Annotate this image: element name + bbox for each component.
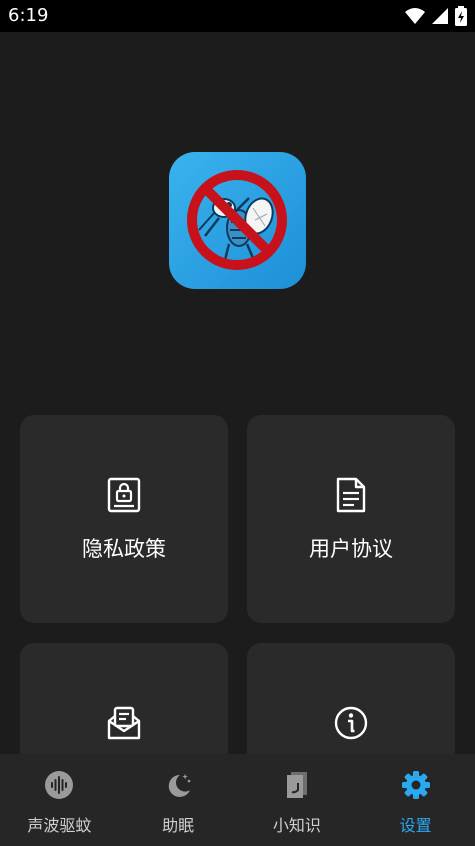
nav-item-settings[interactable]: 设置 [356,754,475,846]
document-icon [336,477,366,513]
bottom-nav: 声波驱蚊 助眠 小知识 设置 [0,754,475,846]
status-bar: 6:19 [0,0,475,32]
gear-icon [401,771,430,799]
status-icons [405,6,467,26]
moon-stars-icon [168,774,191,797]
nav-label-settings: 设置 [399,816,432,835]
settings-page: 隐私政策 用户协议 [0,32,475,754]
mail-open-icon [107,706,141,740]
user-agreement-label: 用户协议 [309,537,393,561]
user-agreement-card[interactable]: 用户协议 [247,415,455,623]
app-logo [169,152,306,289]
nav-item-soundwave[interactable]: 声波驱蚊 [0,754,119,846]
signal-icon [432,8,448,24]
nav-label-soundwave: 声波驱蚊 [27,816,92,835]
nav-item-sleep[interactable]: 助眠 [119,754,238,846]
nav-item-knowledge[interactable]: 小知识 [238,754,357,846]
book-icon [286,772,307,798]
about-card[interactable] [247,643,455,754]
privacy-policy-label: 隐私政策 [82,537,166,561]
nav-label-sleep: 助眠 [162,816,195,835]
privacy-policy-card[interactable]: 隐私政策 [20,415,228,623]
wifi-icon [405,8,425,24]
privacy-document-icon [107,477,141,513]
soundwave-icon [45,771,74,799]
feedback-card[interactable] [20,643,228,754]
status-time: 6:19 [8,5,49,26]
nav-label-knowledge: 小知识 [272,816,321,835]
battery-icon [455,6,467,26]
mosquito-prohibited-logo-icon [187,170,287,270]
info-icon [334,706,368,740]
